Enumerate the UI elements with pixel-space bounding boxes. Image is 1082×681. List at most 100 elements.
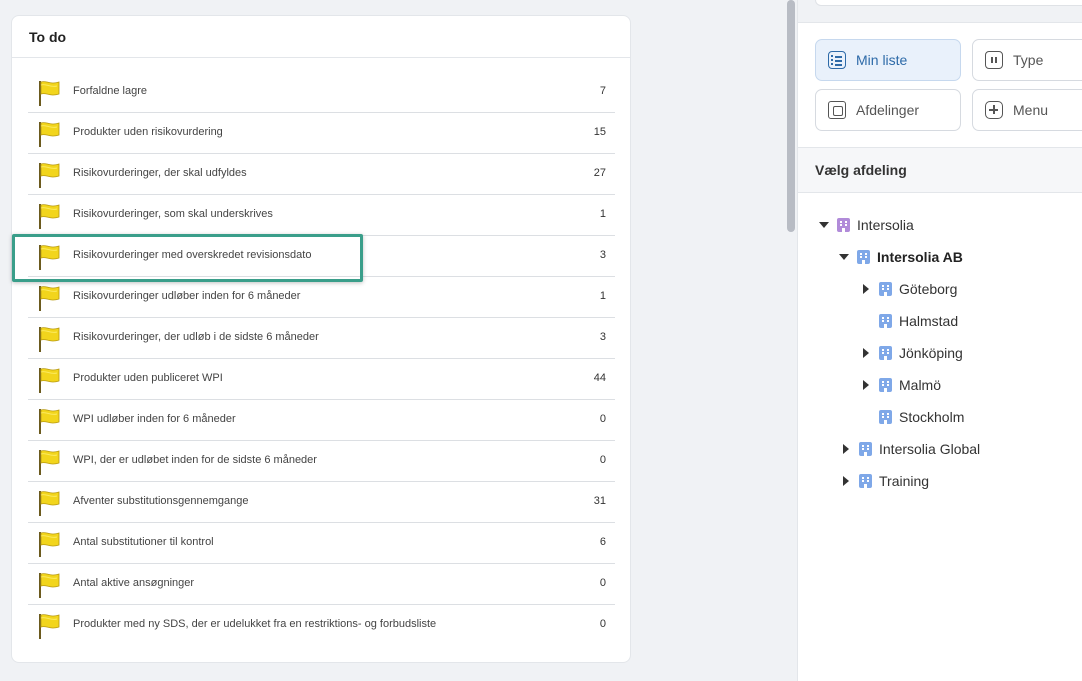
- tree-node-goteborg[interactable]: Göteborg: [861, 278, 957, 300]
- type-label: Type: [1013, 52, 1044, 68]
- todo-row[interactable]: Antal substitutioner til kontrol 6: [28, 523, 615, 564]
- todo-label: Antal substitutioner til kontrol: [73, 536, 214, 548]
- department-section-title: Vælg afdeling: [798, 148, 1082, 193]
- tree-label: Intersolia Global: [879, 441, 981, 457]
- afdelinger-label: Afdelinger: [856, 102, 920, 118]
- chevron-right-icon[interactable]: [861, 348, 871, 358]
- menu-icon: [985, 101, 1003, 119]
- todo-row[interactable]: Risikovurderinger med overskredet revisi…: [28, 236, 615, 277]
- building-icon: [879, 346, 892, 360]
- chevron-down-icon[interactable]: [819, 220, 829, 230]
- todo-count: 0: [599, 454, 606, 466]
- todo-label: Forfaldne lagre: [73, 85, 147, 97]
- menu-button[interactable]: Menu: [972, 89, 1082, 131]
- building-icon: [859, 474, 872, 488]
- flag-icon: [37, 572, 61, 598]
- flag-icon: [37, 80, 61, 106]
- search-input[interactable]: [815, 0, 1082, 6]
- tree-node-intersolia-global[interactable]: Intersolia Global: [841, 438, 980, 460]
- divider: [798, 22, 1082, 23]
- scrollbar-thumb[interactable]: [787, 0, 795, 232]
- todo-count: 15: [593, 126, 606, 138]
- tree-label: Intersolia: [857, 217, 914, 233]
- todo-row[interactable]: Forfaldne lagre 7: [28, 72, 615, 113]
- list-icon: [828, 51, 846, 69]
- flag-icon: [37, 203, 61, 229]
- todo-label: WPI, der er udløbet inden for de sidste …: [73, 454, 317, 466]
- divider: [798, 192, 1082, 193]
- tree-node-stockholm[interactable]: Stockholm: [861, 406, 964, 428]
- tree-node-intersolia-ab[interactable]: Intersolia AB: [839, 246, 963, 268]
- flag-icon: [37, 408, 61, 434]
- tree-node-malmo[interactable]: Malmö: [861, 374, 941, 396]
- tree-label: Göteborg: [899, 281, 958, 297]
- right-panel: Min liste Type Afdelinger Menu Vælg afde…: [797, 0, 1082, 681]
- todo-row[interactable]: WPI, der er udløbet inden for de sidste …: [28, 441, 615, 482]
- chevron-right-icon[interactable]: [841, 444, 851, 454]
- tree-node-training[interactable]: Training: [841, 470, 929, 492]
- chevron-right-icon[interactable]: [861, 380, 871, 390]
- todo-label: Afventer substitutionsgennemgange: [73, 495, 249, 507]
- todo-row[interactable]: Produkter uden risikovurdering 15: [28, 113, 615, 154]
- type-button[interactable]: Type: [972, 39, 1082, 81]
- todo-count: 31: [593, 495, 606, 507]
- todo-row[interactable]: Produkter uden publiceret WPI 44: [28, 359, 615, 400]
- building-icon: [857, 250, 870, 264]
- department-icon: [828, 101, 846, 119]
- scrollbar[interactable]: [784, 0, 797, 681]
- building-icon: [879, 314, 892, 328]
- tree-node-intersolia[interactable]: Intersolia: [819, 214, 914, 236]
- tree-label: Jönköping: [899, 345, 963, 361]
- flag-icon: [37, 162, 61, 188]
- flag-icon: [37, 490, 61, 516]
- tree-label: Stockholm: [899, 409, 965, 425]
- todo-label: Produkter uden publiceret WPI: [73, 372, 223, 384]
- todo-label: Risikovurderinger, der skal udfyldes: [73, 167, 247, 179]
- todo-count: 44: [593, 372, 606, 384]
- menu-label: Menu: [1013, 102, 1049, 118]
- todo-count: 0: [599, 618, 606, 630]
- todo-row[interactable]: Antal aktive ansøgninger 0: [28, 564, 615, 605]
- building-icon: [879, 282, 892, 296]
- chevron-down-icon[interactable]: [839, 252, 849, 262]
- todo-label: WPI udløber inden for 6 måneder: [73, 413, 236, 425]
- todo-count: 3: [599, 249, 606, 261]
- todo-label: Risikovurderinger udløber inden for 6 må…: [73, 290, 301, 302]
- tree-label: Malmö: [899, 377, 942, 393]
- tree-node-halmstad[interactable]: Halmstad: [861, 310, 958, 332]
- todo-row[interactable]: Risikovurderinger, som skal underskrives…: [28, 195, 615, 236]
- building-icon: [879, 410, 892, 424]
- todo-label: Antal aktive ansøgninger: [73, 577, 195, 589]
- min-liste-label: Min liste: [856, 52, 908, 68]
- tree-label: Intersolia AB: [877, 249, 963, 265]
- flag-icon: [37, 449, 61, 475]
- chevron-right-icon[interactable]: [861, 284, 871, 294]
- todo-row[interactable]: Risikovurderinger, der udløb i de sidste…: [28, 318, 615, 359]
- todo-label: Risikovurderinger, der udløb i de sidste…: [73, 331, 319, 343]
- todo-count: 3: [599, 331, 606, 343]
- tree-node-jonkoping[interactable]: Jönköping: [861, 342, 963, 364]
- tree-label: Training: [879, 473, 930, 489]
- flag-icon: [37, 531, 61, 557]
- todo-row[interactable]: Risikovurderinger udløber inden for 6 må…: [28, 277, 615, 318]
- todo-row[interactable]: WPI udløber inden for 6 måneder 0: [28, 400, 615, 441]
- flag-icon: [37, 285, 61, 311]
- tree-label: Halmstad: [899, 313, 959, 329]
- organization-icon: [837, 218, 850, 232]
- todo-row[interactable]: Produkter med ny SDS, der er udelukket f…: [28, 605, 615, 646]
- todo-row[interactable]: Afventer substitutionsgennemgange 31: [28, 482, 615, 523]
- chevron-right-icon[interactable]: [841, 476, 851, 486]
- flag-icon: [37, 244, 61, 270]
- todo-count: 1: [599, 208, 606, 220]
- todo-row[interactable]: Risikovurderinger, der skal udfyldes 27: [28, 154, 615, 195]
- todo-count: 6: [599, 536, 606, 548]
- todo-count: 7: [599, 85, 606, 97]
- todo-list: Forfaldne lagre 7 Produkter uden risikovur…: [28, 72, 615, 646]
- min-liste-button[interactable]: Min liste: [815, 39, 961, 81]
- building-icon: [879, 378, 892, 392]
- todo-card: To do Forfaldne lagre 7 Produkter uden ris…: [11, 15, 631, 663]
- todo-label: Risikovurderinger, som skal underskrives: [73, 208, 273, 220]
- todo-title: To do: [12, 16, 630, 58]
- afdelinger-button[interactable]: Afdelinger: [815, 89, 961, 131]
- todo-count: 27: [593, 167, 606, 179]
